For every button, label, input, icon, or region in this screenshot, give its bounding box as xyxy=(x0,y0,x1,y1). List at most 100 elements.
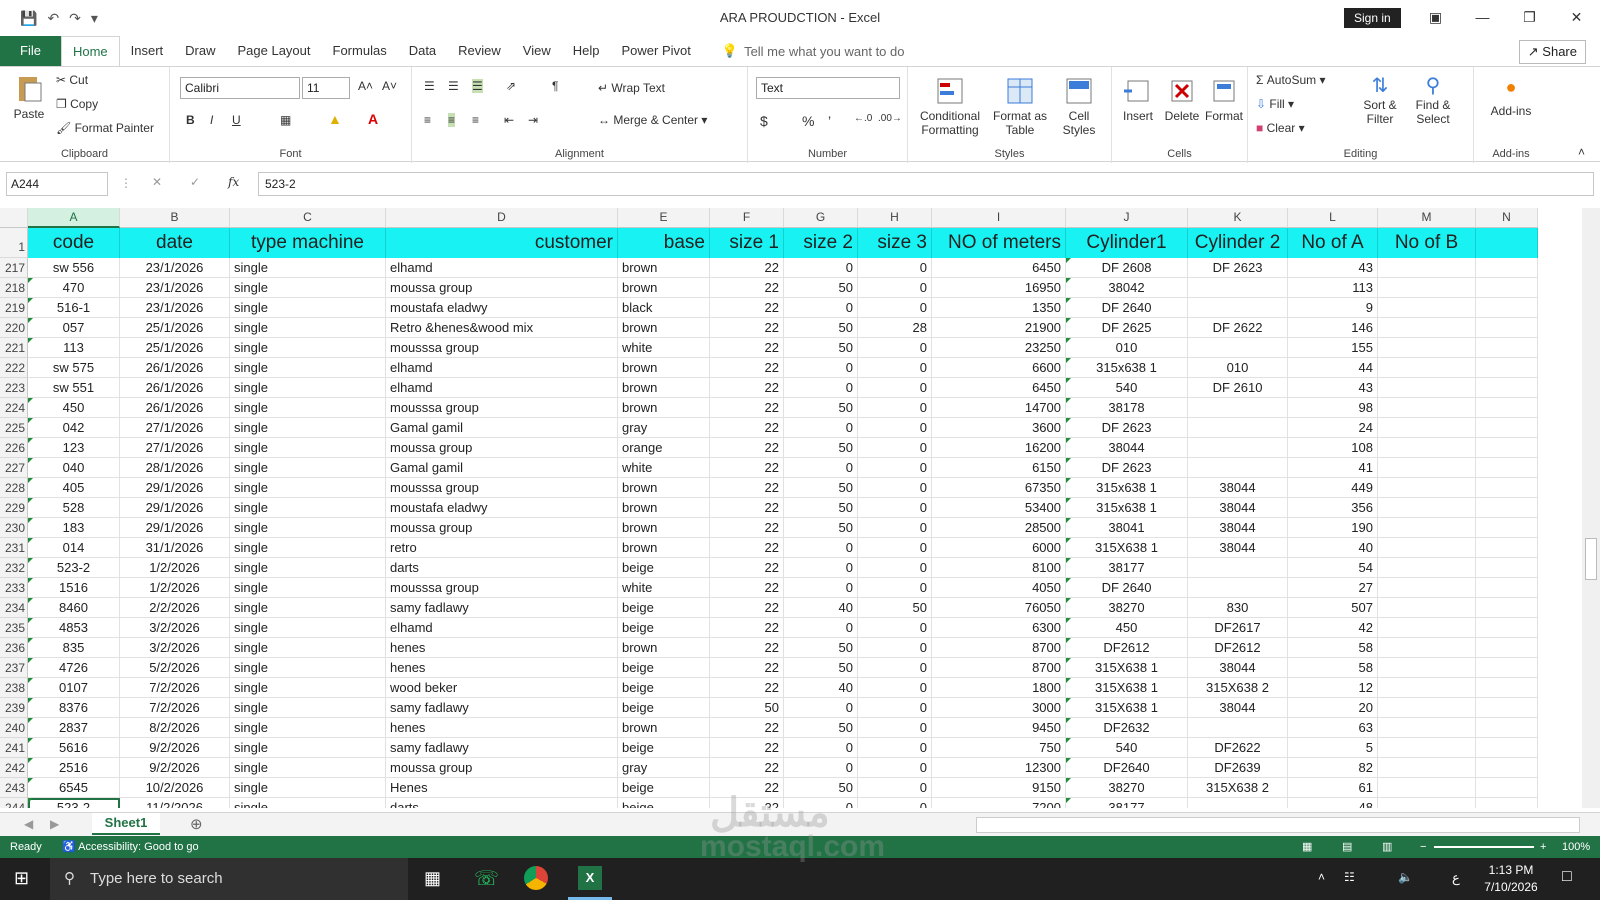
table-cell[interactable] xyxy=(1476,558,1538,578)
row-header[interactable]: 237 xyxy=(0,658,28,678)
table-cell[interactable]: samy fadlawy xyxy=(386,598,618,618)
table-cell[interactable]: 28500 xyxy=(932,518,1066,538)
table-cell[interactable]: 113 xyxy=(28,338,120,358)
table-cell[interactable]: 315X638 2 xyxy=(1188,678,1288,698)
table-cell[interactable]: 6150 xyxy=(932,458,1066,478)
table-cell[interactable]: 58 xyxy=(1288,638,1378,658)
table-cell[interactable]: 23/1/2026 xyxy=(120,278,230,298)
column-header-j[interactable]: J xyxy=(1066,208,1188,228)
table-cell[interactable] xyxy=(1476,758,1538,778)
grow-font-icon[interactable]: A˄ xyxy=(358,79,373,93)
table-cell[interactable]: 22 xyxy=(710,538,784,558)
table-cell[interactable]: elhamd xyxy=(386,618,618,638)
table-cell[interactable]: 3600 xyxy=(932,418,1066,438)
table-cell[interactable]: 40 xyxy=(784,598,858,618)
column-header-d[interactable]: D xyxy=(386,208,618,228)
table-cell[interactable]: 22 xyxy=(710,738,784,758)
table-cell[interactable]: 040 xyxy=(28,458,120,478)
table-cell[interactable]: 146 xyxy=(1288,318,1378,338)
table-cell[interactable]: 0 xyxy=(784,758,858,778)
volume-icon[interactable]: 🔈 xyxy=(1398,870,1413,884)
table-cell[interactable]: brown xyxy=(618,638,710,658)
table-cell[interactable] xyxy=(1476,658,1538,678)
table-cell[interactable] xyxy=(1188,418,1288,438)
table-cell[interactable]: 22 xyxy=(710,398,784,418)
table-cell[interactable]: 449 xyxy=(1288,478,1378,498)
table-cell[interactable]: 830 xyxy=(1188,598,1288,618)
table-cell[interactable] xyxy=(1476,498,1538,518)
table-cell[interactable] xyxy=(1476,798,1538,808)
table-cell[interactable] xyxy=(1378,338,1476,358)
table-cell[interactable]: 315X638 1 xyxy=(1066,538,1188,558)
table-cell[interactable]: 0 xyxy=(858,638,932,658)
table-cell[interactable]: 22 xyxy=(710,558,784,578)
font-color-icon[interactable]: A xyxy=(368,111,378,127)
fill-color-icon[interactable]: ▲ xyxy=(328,111,342,127)
row-header[interactable]: 228 xyxy=(0,478,28,498)
table-cell[interactable]: 0 xyxy=(858,558,932,578)
table-cell[interactable] xyxy=(1188,558,1288,578)
redo-icon[interactable]: ↷ xyxy=(69,10,81,27)
table-cell[interactable]: 0 xyxy=(784,698,858,718)
table-cell[interactable] xyxy=(1378,498,1476,518)
table-cell[interactable]: single xyxy=(230,598,386,618)
table-cell[interactable]: DF 2610 xyxy=(1188,378,1288,398)
table-cell[interactable]: 6545 xyxy=(28,778,120,798)
table-cell[interactable]: 50 xyxy=(784,438,858,458)
table-cell[interactable]: single xyxy=(230,438,386,458)
insert-function-button[interactable]: fx xyxy=(228,175,239,189)
row-header[interactable]: 219 xyxy=(0,298,28,318)
enter-icon[interactable]: ✓ xyxy=(190,175,200,189)
header-cell-d[interactable]: customer xyxy=(386,228,618,258)
table-cell[interactable]: 0 xyxy=(858,298,932,318)
table-cell[interactable]: 38270 xyxy=(1066,778,1188,798)
table-cell[interactable]: 38044 xyxy=(1188,498,1288,518)
table-cell[interactable]: 48 xyxy=(1288,798,1378,808)
table-cell[interactable]: single xyxy=(230,698,386,718)
table-cell[interactable] xyxy=(1188,798,1288,808)
row-header[interactable]: 232 xyxy=(0,558,28,578)
table-cell[interactable]: 0 xyxy=(784,558,858,578)
table-cell[interactable] xyxy=(1476,318,1538,338)
save-icon[interactable]: 💾 xyxy=(20,10,37,27)
column-header-h[interactable]: H xyxy=(858,208,932,228)
rtl-icon[interactable]: ¶ xyxy=(552,79,558,93)
table-cell[interactable]: single xyxy=(230,538,386,558)
table-cell[interactable]: 450 xyxy=(28,398,120,418)
conditional-formatting-button[interactable]: Conditional Formatting xyxy=(914,75,986,137)
sign-in-button[interactable]: Sign in xyxy=(1344,8,1401,28)
table-cell[interactable]: 0 xyxy=(858,658,932,678)
table-cell[interactable]: single xyxy=(230,518,386,538)
row-header[interactable]: 221 xyxy=(0,338,28,358)
table-cell[interactable]: 82 xyxy=(1288,758,1378,778)
table-cell[interactable]: 31/1/2026 xyxy=(120,538,230,558)
table-cell[interactable]: 315X638 2 xyxy=(1188,778,1288,798)
table-cell[interactable]: DF2639 xyxy=(1188,758,1288,778)
table-cell[interactable]: 0 xyxy=(784,378,858,398)
table-cell[interactable]: 98 xyxy=(1288,398,1378,418)
table-cell[interactable]: 22 xyxy=(710,478,784,498)
table-cell[interactable] xyxy=(1188,298,1288,318)
column-header-c[interactable]: C xyxy=(230,208,386,228)
row-header[interactable]: 241 xyxy=(0,738,28,758)
underline-button[interactable]: U xyxy=(232,113,241,127)
table-cell[interactable]: 9 xyxy=(1288,298,1378,318)
table-cell[interactable]: 1800 xyxy=(932,678,1066,698)
table-cell[interactable]: 61 xyxy=(1288,778,1378,798)
table-cell[interactable]: 29/1/2026 xyxy=(120,478,230,498)
row-header[interactable]: 218 xyxy=(0,278,28,298)
column-header-m[interactable]: M xyxy=(1378,208,1476,228)
row-header[interactable]: 243 xyxy=(0,778,28,798)
table-cell[interactable]: 010 xyxy=(1188,358,1288,378)
table-cell[interactable]: moustafa eladwy xyxy=(386,298,618,318)
table-cell[interactable]: 22 xyxy=(710,298,784,318)
table-cell[interactable]: DF2632 xyxy=(1066,718,1188,738)
table-cell[interactable]: moussa group xyxy=(386,278,618,298)
table-cell[interactable]: 1350 xyxy=(932,298,1066,318)
table-cell[interactable]: 315X638 1 xyxy=(1066,658,1188,678)
find-select-button[interactable]: ⚲ Find & Select xyxy=(1408,73,1458,126)
row-header[interactable]: 1 xyxy=(0,228,28,258)
table-cell[interactable]: 2837 xyxy=(28,718,120,738)
table-cell[interactable] xyxy=(1476,438,1538,458)
table-cell[interactable]: 50 xyxy=(784,338,858,358)
